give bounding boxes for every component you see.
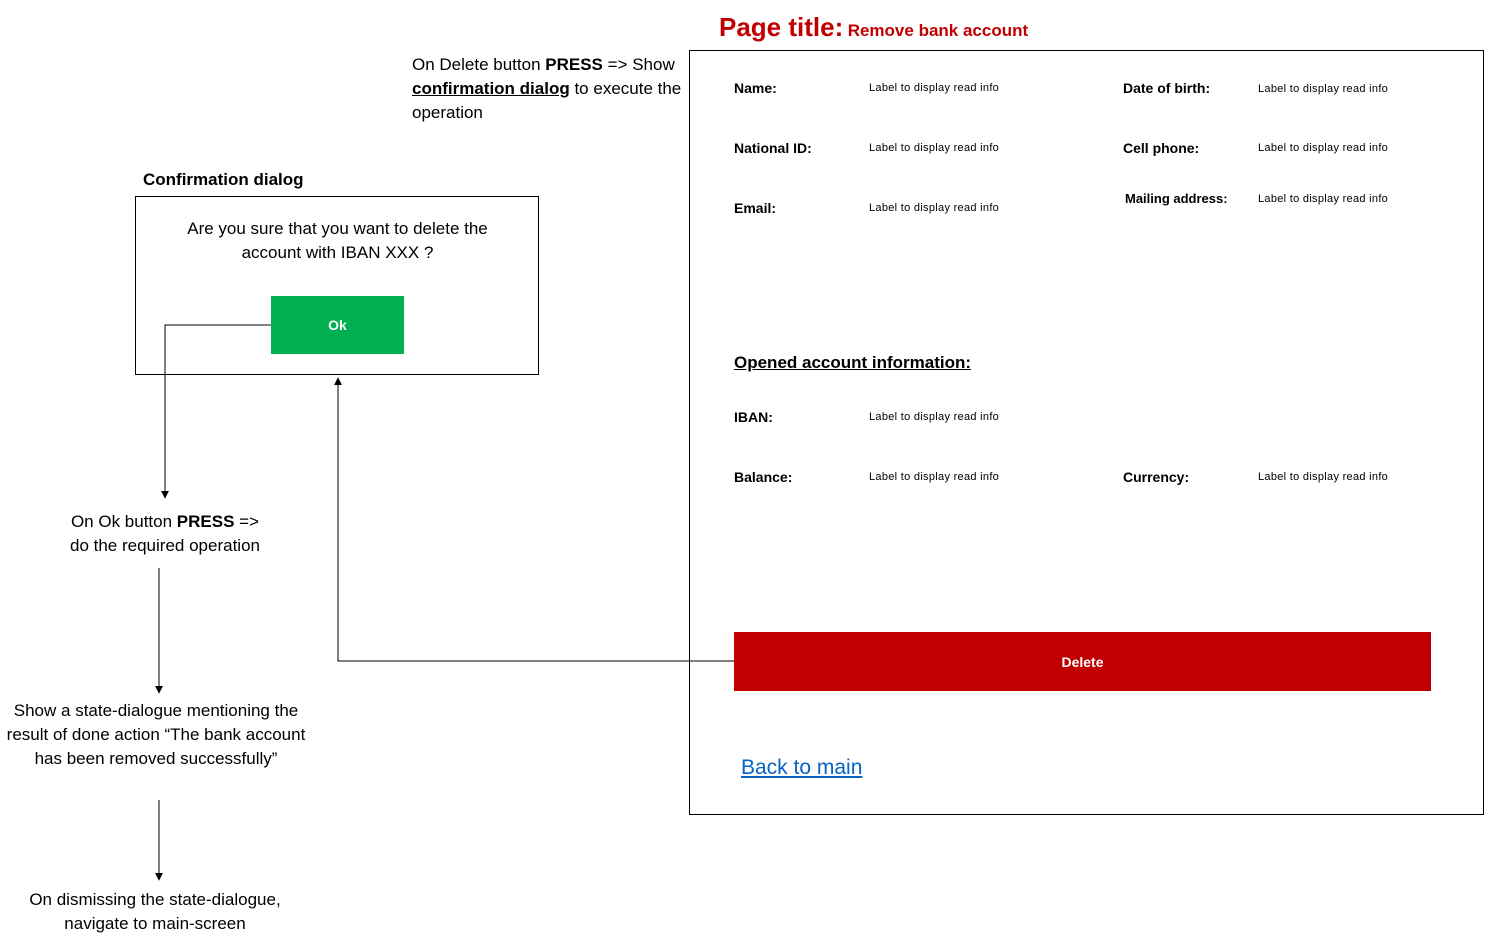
back-to-main-link[interactable]: Back to main	[741, 756, 862, 780]
mailing-address-value: Label to display read info	[1258, 193, 1389, 205]
balance-label: Balance:	[734, 469, 793, 485]
national-id-value: Label to display read info	[869, 142, 1000, 154]
page-title: Page title: Remove bank account	[719, 12, 1028, 43]
state-dialogue-note: Show a state-dialogue mentioning the res…	[6, 701, 306, 768]
dob-value: Label to display read info	[1258, 83, 1389, 95]
iban-value: Label to display read info	[869, 411, 1000, 423]
remove-bank-account-screen	[689, 50, 1484, 815]
dismiss-note: On dismissing the state-dialogue, naviga…	[29, 890, 281, 933]
confirmation-dialog-message: Are you sure that you want to delete the…	[187, 219, 488, 262]
mailing-address-label: Mailing address:	[1125, 191, 1228, 206]
email-value: Label to display read info	[869, 202, 1000, 214]
delete-button[interactable]: Delete	[734, 632, 1431, 691]
delete-press-note: On Delete button PRESS => Show confirmat…	[412, 55, 682, 122]
cell-phone-label: Cell phone:	[1123, 140, 1200, 156]
name-label: Name:	[734, 80, 777, 96]
name-value: Label to display read info	[869, 82, 1000, 94]
iban-label: IBAN:	[734, 409, 773, 425]
delete-to-dialog-arrow	[334, 377, 734, 662]
email-label: Email:	[734, 200, 777, 216]
page-title-prefix: Page title:	[719, 12, 844, 42]
opened-account-heading: Opened account information:	[734, 353, 972, 372]
currency-value: Label to display read info	[1258, 471, 1389, 483]
page-title-name: Remove bank account	[847, 21, 1029, 40]
currency-label: Currency:	[1123, 469, 1190, 485]
dob-label: Date of birth:	[1123, 80, 1211, 96]
cell-phone-value: Label to display read info	[1258, 142, 1389, 154]
balance-value: Label to display read info	[869, 471, 1000, 483]
confirmation-dialog-heading: Confirmation dialog	[143, 170, 304, 189]
ok-button[interactable]: Ok	[271, 296, 404, 354]
national-id-label: National ID:	[734, 140, 812, 156]
ok-press-note: On Ok button PRESS => do the required op…	[70, 512, 260, 555]
